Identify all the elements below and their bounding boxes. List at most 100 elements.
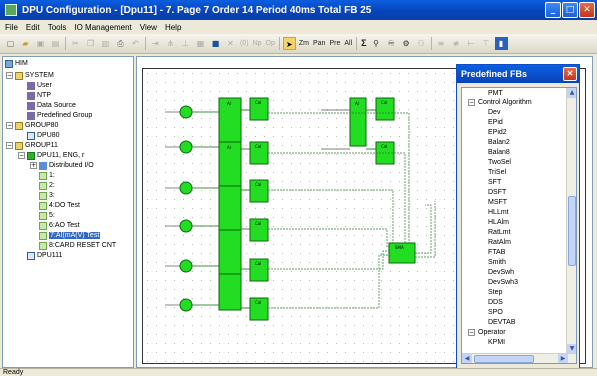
fb-row-1[interactable]: AI Cal xyxy=(165,97,269,143)
tree-node-predefined-group[interactable]: Predefined Group xyxy=(27,111,92,120)
vertical-scrollbar[interactable]: ▲ ▼ xyxy=(566,88,576,354)
print-preview-icon[interactable]: ▤ xyxy=(49,37,62,50)
tree-node-page-4[interactable]: 4:DO Test xyxy=(39,201,80,210)
fb-item[interactable]: RatLmt xyxy=(488,228,511,237)
tree-node-page-2[interactable]: 2: xyxy=(39,181,55,190)
compile-icon[interactable]: ▦ xyxy=(194,37,207,50)
tree-icon[interactable]: ⋔ xyxy=(164,37,177,50)
np-button[interactable]: Np xyxy=(252,37,263,50)
undo-icon[interactable]: ↶ xyxy=(129,37,142,50)
fb-item[interactable]: SPO xyxy=(488,308,503,317)
tree-node-page-5[interactable]: 5: xyxy=(39,211,55,220)
tree-node-distributed-io[interactable]: Distributed I/O xyxy=(39,161,94,170)
fb-item-pmt[interactable]: PMT xyxy=(488,89,503,98)
fb-item[interactable]: EPid xyxy=(488,118,503,127)
fb-item[interactable]: DevSwh3 xyxy=(488,278,518,287)
collapse-toggle[interactable]: − xyxy=(468,99,475,106)
tree-node-him[interactable]: HIM xyxy=(5,59,28,68)
input-node[interactable] xyxy=(179,105,193,119)
horizontal-scrollbar[interactable]: ◀ ▶ xyxy=(462,353,576,363)
tree-node-group80[interactable]: GROUP80 xyxy=(15,121,58,130)
fb-item[interactable]: HLAlm xyxy=(488,218,509,227)
tree-node-page-8[interactable]: 8:CARD RESET CNT xyxy=(39,241,116,250)
collapse-toggle[interactable]: − xyxy=(6,72,13,79)
fb-item[interactable]: Balan8 xyxy=(488,148,510,157)
input-node[interactable] xyxy=(179,219,193,233)
expand-toggle[interactable]: + xyxy=(30,162,37,169)
tree-node-group11[interactable]: GROUP11 xyxy=(15,141,58,150)
tree-node-page-6[interactable]: 6:AO Test xyxy=(39,221,80,230)
tree-node-page-7[interactable]: 7:AI(mA(V) Test xyxy=(39,231,101,240)
input-node[interactable] xyxy=(179,181,193,195)
copy-icon[interactable]: ❐ xyxy=(84,37,97,50)
close-button[interactable]: ✕ xyxy=(579,2,595,18)
tree-node-data-source[interactable]: Data Source xyxy=(27,101,76,110)
save-icon[interactable]: ▣ xyxy=(34,37,47,50)
distribute-icon[interactable]: ⊢ xyxy=(465,37,478,50)
menu-view[interactable]: View xyxy=(140,23,157,32)
cross-icon[interactable]: ✕ xyxy=(224,37,237,50)
fb-item[interactable]: DDS xyxy=(488,298,503,307)
save-all-icon[interactable]: ■ xyxy=(209,37,222,50)
menu-io-management[interactable]: IO Management xyxy=(74,23,131,32)
menu-file[interactable]: File xyxy=(5,23,18,32)
fb-item[interactable]: RatAlm xyxy=(488,238,511,247)
fb-item[interactable]: EPid2 xyxy=(488,128,507,137)
tree-node-ntp[interactable]: NTP xyxy=(27,91,51,100)
pointer-icon[interactable]: ➤ xyxy=(282,37,296,50)
pan-button[interactable]: Pan xyxy=(312,37,326,50)
fb-group-control-algorithm[interactable]: Control Algorithm xyxy=(478,98,532,107)
tree-node-dpu80[interactable]: DPU80 xyxy=(27,131,60,140)
scroll-up-icon[interactable]: ▲ xyxy=(567,88,576,98)
palette-title-bar[interactable]: Predefined FBs ✕ xyxy=(457,65,579,83)
menu-help[interactable]: Help xyxy=(165,23,181,32)
print-icon[interactable]: ⎙ xyxy=(114,37,127,50)
fb-row-2[interactable]: AI Cal xyxy=(165,140,269,187)
fb-group-operator[interactable]: Operator xyxy=(478,328,506,337)
ai-block[interactable] xyxy=(218,229,242,275)
close-icon[interactable]: ✕ xyxy=(563,67,577,81)
search-icon[interactable]: ⚲ xyxy=(370,37,383,50)
network-icon[interactable]: ⚇ xyxy=(415,37,428,50)
fb-item[interactable]: DevSwh xyxy=(488,268,514,277)
fb-item[interactable]: Balan2 xyxy=(488,138,510,147)
binoculars-icon[interactable]: ♾ xyxy=(385,37,398,50)
fb-item[interactable]: TriSel xyxy=(488,168,506,177)
fb-item[interactable]: MSFT xyxy=(488,198,507,207)
tree-node-system[interactable]: SYSTEM xyxy=(15,71,54,80)
scroll-right-icon[interactable]: ▶ xyxy=(558,354,568,363)
new-icon[interactable]: ▢ xyxy=(4,37,17,50)
ai-block[interactable] xyxy=(218,185,242,231)
pre-button[interactable]: Pre xyxy=(328,37,341,50)
input-node[interactable] xyxy=(179,259,193,273)
tree-node-page-3[interactable]: 3: xyxy=(39,191,55,200)
op-button[interactable]: Op xyxy=(265,37,276,50)
tree-node-user[interactable]: User xyxy=(27,81,52,90)
collapse-toggle[interactable]: − xyxy=(18,152,25,159)
scroll-left-icon[interactable]: ◀ xyxy=(462,354,472,363)
fb-list[interactable]: PMT − Control Algorithm Dev EPid EPid2 B… xyxy=(461,87,577,364)
settings-icon[interactable]: ⚙ xyxy=(400,37,413,50)
fb-item[interactable]: DSFT xyxy=(488,188,506,197)
fb-item[interactable]: FTAB xyxy=(488,248,505,257)
ai-block[interactable] xyxy=(218,273,242,311)
tree-node-dpu11[interactable]: DPU11, ENG, r xyxy=(27,151,84,160)
cut-icon[interactable]: ✂ xyxy=(69,37,82,50)
minimize-button[interactable]: _ xyxy=(545,2,561,18)
fb-item[interactable]: Dev xyxy=(488,108,500,117)
tree-node-dpu111[interactable]: DPU111 xyxy=(27,251,62,260)
op-icon[interactable]: (0) xyxy=(239,37,250,50)
fb-item[interactable]: KPMI xyxy=(488,338,505,347)
menu-tools[interactable]: Tools xyxy=(48,23,67,32)
collapse-toggle[interactable]: − xyxy=(468,329,475,336)
maximize-button[interactable]: □ xyxy=(562,2,578,18)
project-tree[interactable]: HIM − SYSTEM User NTP Data Source Predef… xyxy=(2,56,134,368)
fb-item[interactable]: TwoSel xyxy=(488,158,511,167)
tree-node-page-1[interactable]: 1: xyxy=(39,171,55,180)
input-node[interactable] xyxy=(179,298,193,312)
fb-icon[interactable]: ▮ xyxy=(494,37,508,50)
fb-item[interactable]: Smith xyxy=(488,258,506,267)
insert-icon[interactable]: ⇥ xyxy=(149,37,162,50)
fb-item[interactable]: DEVTAB xyxy=(488,318,516,327)
collapse-toggle[interactable]: − xyxy=(6,122,13,129)
